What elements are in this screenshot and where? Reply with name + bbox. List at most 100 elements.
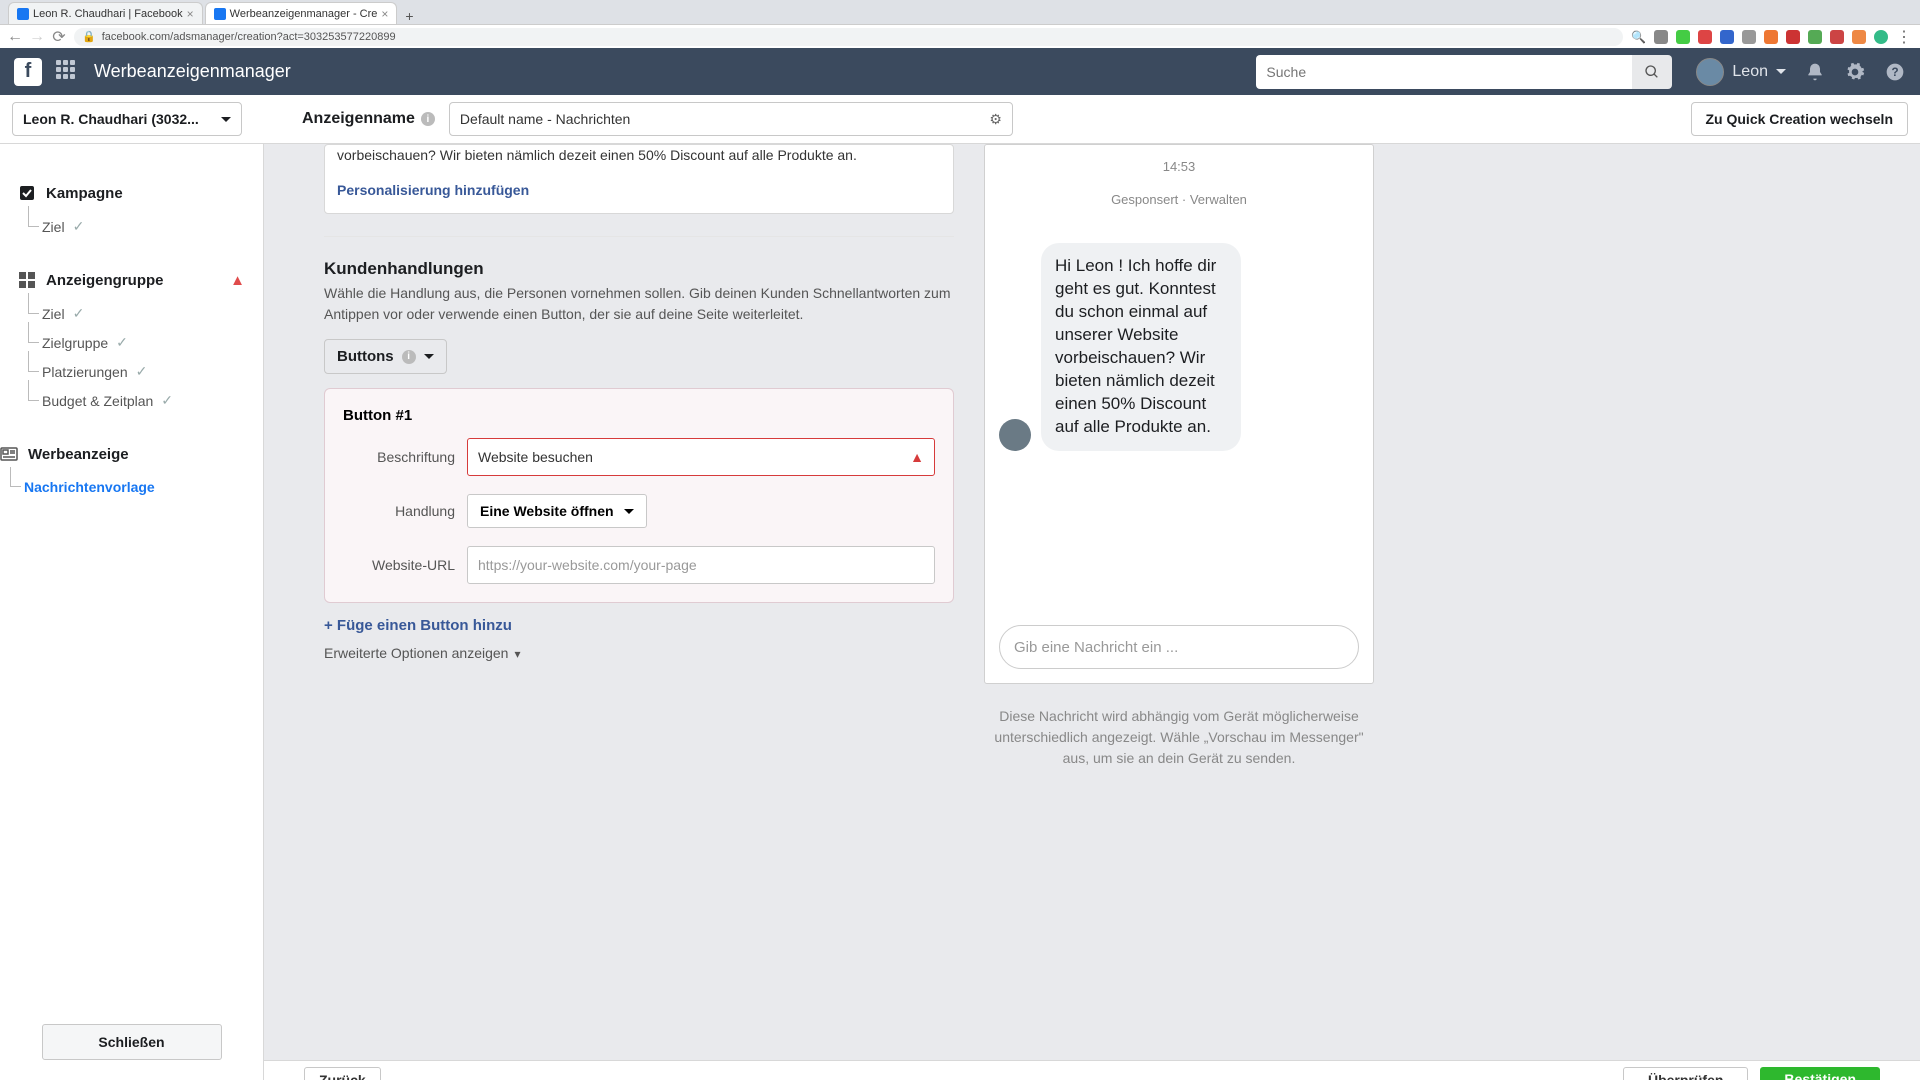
check-icon: ✓ — [73, 305, 85, 322]
button-card-title: Button #1 — [343, 407, 935, 424]
chevron-down-icon — [221, 111, 231, 127]
extension-icon[interactable] — [1852, 30, 1866, 44]
reload-icon[interactable]: ⟳ — [52, 30, 66, 44]
zoom-icon[interactable]: 🔍 — [1631, 30, 1646, 44]
favicon-icon — [214, 8, 226, 20]
advanced-options-toggle[interactable]: Erweiterte Optionen anzeigen — [324, 645, 954, 661]
section-description: Wähle die Handlung aus, die Personen vor… — [324, 283, 954, 325]
lock-icon: 🔒 — [82, 30, 96, 43]
tab-strip: Leon R. Chaudhari | Facebook × Werbeanzei… — [0, 0, 1920, 24]
facebook-logo-icon[interactable]: f — [14, 58, 42, 86]
chevron-down-icon — [624, 503, 634, 519]
account-dropdown[interactable]: Leon R. Chaudhari (3032... — [12, 102, 242, 136]
confirm-button[interactable]: Bestätigen — [1760, 1067, 1880, 1080]
new-tab-button[interactable]: + — [399, 8, 419, 24]
browser-chrome: Leon R. Chaudhari | Facebook × Werbeanzei… — [0, 0, 1920, 48]
grid-icon — [18, 271, 36, 289]
info-icon[interactable]: i — [421, 112, 435, 126]
tab-title: Werbeanzeigenmanager - Cre — [230, 8, 378, 20]
extension-icon[interactable] — [1786, 30, 1800, 44]
app-title: Werbeanzeigenmanager — [94, 61, 291, 82]
address-bar: ← → ⟳ 🔒 facebook.com/adsmanager/creation… — [0, 24, 1920, 48]
user-name: Leon — [1732, 63, 1768, 81]
extension-icon[interactable] — [1830, 30, 1844, 44]
extension-icon[interactable] — [1742, 30, 1756, 44]
browser-tab[interactable]: Leon R. Chaudhari | Facebook × — [8, 2, 203, 24]
apps-grid-icon[interactable] — [56, 60, 80, 84]
extension-icons: 🔍 ⋮ — [1631, 27, 1912, 47]
extension-icon[interactable] — [1698, 30, 1712, 44]
divider — [324, 236, 954, 237]
url-placeholder: https://your-website.com/your-page — [478, 557, 697, 573]
user-menu[interactable]: Leon — [1696, 58, 1786, 86]
sidebar-adset[interactable]: Anzeigengruppe ▲ — [18, 261, 245, 299]
sidebar-item-ziel[interactable]: Ziel✓ — [28, 212, 245, 241]
check-icon: ✓ — [116, 334, 128, 351]
close-button[interactable]: Schließen — [42, 1024, 222, 1060]
chevron-down-icon — [514, 645, 520, 661]
search-field[interactable] — [1266, 64, 1622, 80]
back-button[interactable]: Zurück — [304, 1067, 381, 1080]
personalize-link[interactable]: Personalisierung hinzufügen — [337, 180, 941, 201]
sidebar-item-ziel[interactable]: Ziel✓ — [28, 299, 245, 328]
switch-creation-button[interactable]: Zu Quick Creation wechseln — [1691, 102, 1909, 136]
close-icon[interactable]: × — [381, 7, 388, 21]
chevron-down-icon — [424, 348, 434, 365]
sidebar-item-nachrichtenvorlage[interactable]: Nachrichtenvorlage — [10, 473, 245, 501]
section-title: Kundenhandlungen — [324, 259, 954, 279]
caption-input[interactable]: Website besuchen ▲ — [467, 438, 935, 476]
message-bubble: Hi Leon ! Ich hoffe dir geht es gut. Kon… — [1041, 243, 1241, 451]
add-button-link[interactable]: + Füge einen Button hinzu — [324, 617, 512, 634]
label-action: Handlung — [343, 503, 467, 519]
greeting-textarea[interactable]: vorbeischauen? Wir bieten nämlich dezeit… — [324, 144, 954, 214]
action-dropdown[interactable]: Eine Website öffnen — [467, 494, 647, 528]
caption-value: Website besuchen — [478, 449, 593, 465]
extension-icon[interactable] — [1720, 30, 1734, 44]
account-bar: Leon R. Chaudhari (3032... Anzeigenname … — [0, 95, 1920, 144]
account-name: Leon R. Chaudhari (3032... — [23, 111, 199, 127]
sidebar-item-zielgruppe[interactable]: Zielgruppe✓ — [28, 328, 245, 357]
favicon-icon — [17, 8, 29, 20]
browser-tab[interactable]: Werbeanzeigenmanager - Cre× — [205, 2, 398, 24]
sidebar: Kampagne Ziel✓ Anzeigengruppe ▲ Ziel✓ Zi… — [0, 144, 264, 1080]
search-input[interactable] — [1256, 55, 1632, 89]
warning-icon: ▲ — [230, 272, 245, 289]
preview-sponsor: Gesponsert · Verwalten — [999, 192, 1359, 207]
sidebar-item-budget[interactable]: Budget & Zeitplan✓ — [28, 386, 245, 415]
ad-name-input[interactable]: Default name - Nachrichten ⚙ — [449, 102, 1013, 136]
sidebar-item-platzierungen[interactable]: Platzierungen✓ — [28, 357, 245, 386]
avatar — [1696, 58, 1724, 86]
settings-icon[interactable] — [1844, 61, 1866, 83]
search-button[interactable] — [1632, 55, 1672, 89]
preview-message-input[interactable]: Gib eine Nachricht ein ... — [999, 625, 1359, 669]
app-header: f Werbeanzeigenmanager Leon ? — [0, 48, 1920, 95]
help-icon[interactable]: ? — [1884, 61, 1906, 83]
svg-text:?: ? — [1891, 66, 1898, 79]
check-icon: ✓ — [136, 363, 148, 380]
ad-icon — [0, 445, 18, 463]
url-input[interactable]: 🔒 facebook.com/adsmanager/creation?act=3… — [74, 28, 1623, 46]
checkbox-icon — [18, 184, 36, 202]
extension-icon[interactable] — [1654, 30, 1668, 44]
sidebar-campaign[interactable]: Kampagne — [18, 174, 245, 212]
close-icon[interactable]: × — [187, 7, 194, 21]
ad-name-label: Anzeigenname i — [302, 110, 435, 128]
extension-icon[interactable] — [1874, 30, 1888, 44]
forward-icon: → — [30, 30, 44, 44]
label-caption: Beschriftung — [343, 449, 467, 465]
extension-icon[interactable] — [1676, 30, 1690, 44]
url-input[interactable]: https://your-website.com/your-page — [467, 546, 935, 584]
gear-icon[interactable]: ⚙ — [989, 111, 1002, 128]
check-icon: ✓ — [161, 392, 173, 409]
notifications-icon[interactable] — [1804, 61, 1826, 83]
check-icon: ✓ — [73, 218, 85, 235]
info-icon[interactable]: i — [402, 350, 416, 364]
sidebar-ad[interactable]: Werbeanzeige — [0, 435, 245, 473]
extension-icon[interactable] — [1808, 30, 1822, 44]
back-icon[interactable]: ← — [8, 30, 22, 44]
review-button[interactable]: Überprüfen — [1623, 1067, 1748, 1080]
tab-title: Leon R. Chaudhari | Facebook — [33, 8, 183, 20]
menu-icon[interactable]: ⋮ — [1896, 27, 1912, 47]
extension-icon[interactable] — [1764, 30, 1778, 44]
buttons-dropdown[interactable]: Buttons i — [324, 339, 447, 374]
